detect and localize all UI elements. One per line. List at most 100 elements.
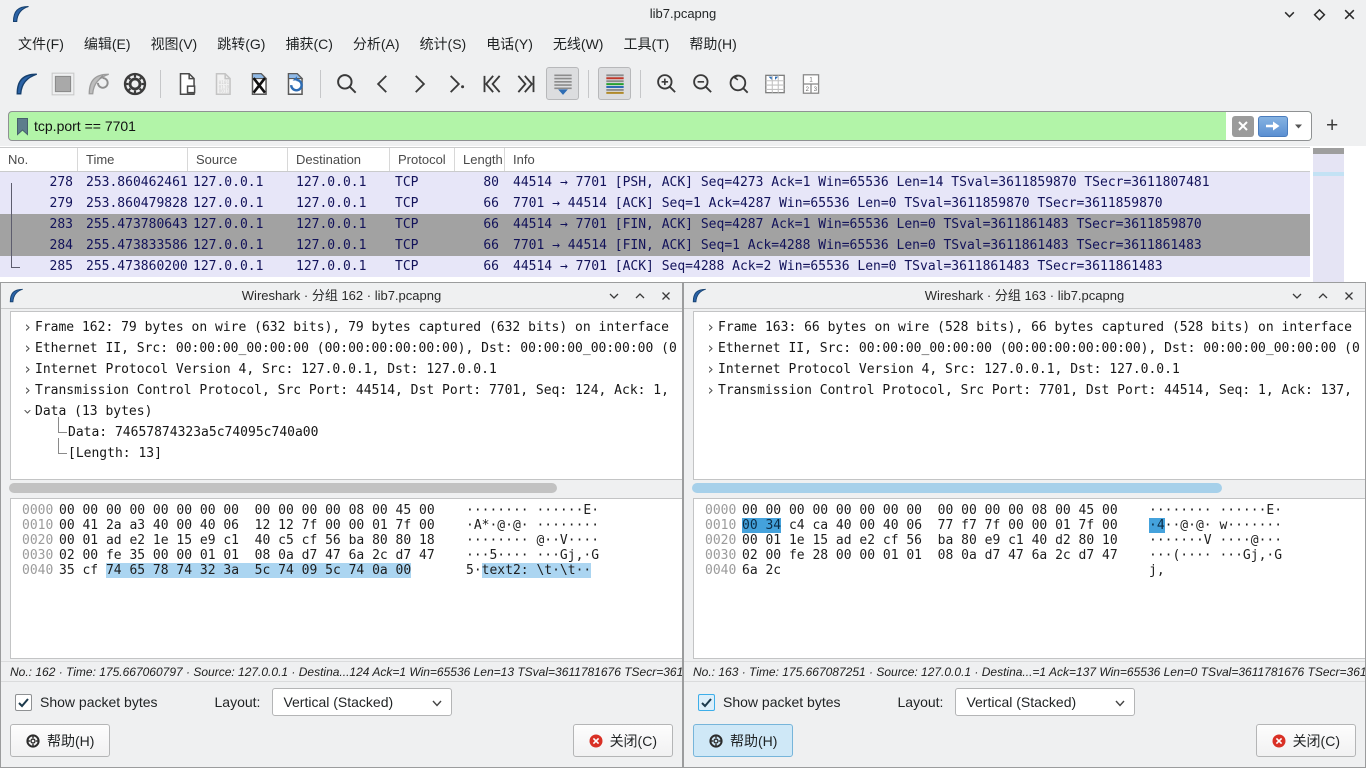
packet-detail-tree[interactable]: ›Frame 163: 66 bytes on wire (528 bits),… [693,311,1365,480]
tree-horizontal-scrollbar[interactable] [692,483,1222,493]
scrollbar-thumb[interactable] [1313,148,1344,154]
help-button[interactable]: 帮助(H) [10,724,110,757]
save-file-icon[interactable]: 010101100011 [206,67,239,100]
menu-item-11[interactable]: 帮助(H) [679,29,746,59]
display-filter-field[interactable] [8,111,1312,141]
column-header-protocol[interactable]: Protocol [390,148,455,171]
tree-row[interactable]: ›Internet Protocol Version 4, Src: 127.0… [694,359,1365,380]
expand-icon[interactable]: › [20,338,35,359]
tree-row[interactable]: ›Transmission Control Protocol, Src Port… [694,380,1365,401]
menu-item-6[interactable]: 分析(A) [343,29,410,59]
maximize-icon[interactable] [634,290,646,302]
close-button[interactable]: 关闭(C) [573,724,673,757]
hex-row[interactable]: 00406a 2cj, [694,563,1365,578]
close-window-icon[interactable] [1343,290,1355,302]
hex-row[interactable]: 003002 00 fe 28 00 00 01 01 08 0a d7 47 … [694,548,1365,563]
restart-capture-icon[interactable] [82,67,115,100]
open-file-icon[interactable] [170,67,203,100]
expand-icon[interactable]: › [703,338,718,359]
menu-item-10[interactable]: 工具(T) [613,29,679,59]
tree-horizontal-scrollbar[interactable] [9,483,557,493]
column-header-info[interactable]: Info [505,148,1310,171]
hex-row[interactable]: 004035 cf 74 65 78 74 32 3a 5c 74 09 5c … [11,563,682,578]
menu-item-4[interactable]: 跳转(G) [207,29,275,59]
expand-icon[interactable]: › [703,359,718,380]
tree-row[interactable]: ›Frame 162: 79 bytes on wire (632 bits),… [11,317,682,338]
menu-item-1[interactable]: 文件(F) [8,29,74,59]
tree-row[interactable]: ›Frame 163: 66 bytes on wire (528 bits),… [694,317,1365,338]
layout-icon[interactable]: 123 [794,67,827,100]
column-header-no[interactable]: No. [0,148,78,171]
minimize-icon[interactable] [1283,8,1296,21]
expand-icon[interactable]: › [20,317,35,338]
hex-row[interactable]: 002000 01 ad e2 1e 15 e9 c1 40 c5 cf 56 … [11,533,682,548]
maximize-icon[interactable] [1313,8,1326,21]
column-header-source[interactable]: Source [188,148,288,171]
stop-capture-icon[interactable] [46,67,79,100]
tree-row[interactable]: ›Data (13 bytes) [11,401,682,422]
expand-icon[interactable]: › [20,380,35,401]
show-packet-bytes-checkbox[interactable] [698,694,715,711]
menu-item-8[interactable]: 电话(Y) [476,29,543,59]
hex-row[interactable]: 000000 00 00 00 00 00 00 00 00 00 00 00 … [11,503,682,518]
zoom-out-icon[interactable] [686,67,719,100]
menu-item-2[interactable]: 编辑(E) [74,29,141,59]
display-filter-input[interactable] [34,112,1226,140]
column-header-length[interactable]: Length [455,148,505,171]
main-titlebar[interactable]: lib7.pcapng [0,0,1366,28]
clear-filter-icon[interactable] [1232,116,1254,137]
reload-file-icon[interactable] [278,67,311,100]
go-first-packet-icon[interactable] [474,67,507,100]
filter-dropdown-caret-icon[interactable] [1292,123,1305,130]
close-button[interactable]: 关闭(C) [1256,724,1356,757]
tree-row[interactable]: [Length: 13] [11,443,682,464]
help-button[interactable]: 帮助(H) [693,724,793,757]
apply-filter-icon[interactable] [1258,116,1288,137]
menu-item-7[interactable]: 统计(S) [410,29,477,59]
go-forward-icon[interactable] [402,67,435,100]
minimize-icon[interactable] [1291,290,1303,302]
packet-row-283[interactable]: 283255.473780643127.0.0.1127.0.0.1TCP664… [0,214,1310,235]
layout-select[interactable]: Vertical (Stacked) [272,688,452,716]
show-packet-bytes-checkbox[interactable] [15,694,32,711]
colorize-icon[interactable] [598,67,631,100]
packet-bytes-pane[interactable]: 000000 00 00 00 00 00 00 00 00 00 00 00 … [693,498,1365,659]
dialog-titlebar[interactable]: Wireshark · 分组 163 · lib7.pcapng [684,283,1365,309]
packet-row-278[interactable]: 278253.860462461127.0.0.1127.0.0.1TCP804… [0,172,1310,193]
packet-row-279[interactable]: 279253.860479828127.0.0.1127.0.0.1TCP667… [0,193,1310,214]
hex-row[interactable]: 000000 00 00 00 00 00 00 00 00 00 00 00 … [694,503,1365,518]
collapse-icon[interactable]: › [17,404,38,419]
menu-item-5[interactable]: 捕获(C) [275,29,342,59]
tree-row[interactable]: ›Internet Protocol Version 4, Src: 127.0… [11,359,682,380]
layout-select[interactable]: Vertical (Stacked) [955,688,1135,716]
expand-icon[interactable]: › [703,317,718,338]
dialog-titlebar[interactable]: Wireshark · 分组 162 · lib7.pcapng [1,283,682,309]
expand-icon[interactable]: › [703,380,718,401]
close-window-icon[interactable] [660,290,672,302]
packet-bytes-pane[interactable]: 000000 00 00 00 00 00 00 00 00 00 00 00 … [10,498,682,659]
hex-row[interactable]: 001000 41 2a a3 40 00 40 06 12 12 7f 00 … [11,518,682,533]
menu-item-9[interactable]: 无线(W) [543,29,614,59]
close-file-icon[interactable] [242,67,275,100]
column-header-destination[interactable]: Destination [288,148,390,171]
menu-item-3[interactable]: 视图(V) [141,29,208,59]
add-filter-button[interactable]: + [1326,111,1338,141]
go-back-icon[interactable] [366,67,399,100]
capture-options-icon[interactable] [118,67,151,100]
expand-icon[interactable]: › [20,359,35,380]
hex-row[interactable]: 003002 00 fe 35 00 00 01 01 08 0a d7 47 … [11,548,682,563]
close-window-icon[interactable] [1343,8,1356,21]
resize-columns-icon[interactable] [758,67,791,100]
hex-row[interactable]: 002000 01 1e 15 ad e2 cf 56 ba 80 e9 c1 … [694,533,1365,548]
tree-row[interactable]: ›Transmission Control Protocol, Src Port… [11,380,682,401]
find-packet-icon[interactable] [330,67,363,100]
packet-list-scrollbar[interactable] [1313,148,1344,282]
go-to-packet-icon[interactable] [438,67,471,100]
packet-detail-tree[interactable]: ›Frame 162: 79 bytes on wire (632 bits),… [10,311,682,480]
minimize-icon[interactable] [608,290,620,302]
filter-bookmark-icon[interactable] [9,117,34,136]
start-capture-icon[interactable] [10,67,43,100]
zoom-in-icon[interactable] [650,67,683,100]
hex-row[interactable]: 001000 34 c4 ca 40 00 40 06 77 f7 7f 00 … [694,518,1365,533]
column-header-time[interactable]: Time [78,148,188,171]
